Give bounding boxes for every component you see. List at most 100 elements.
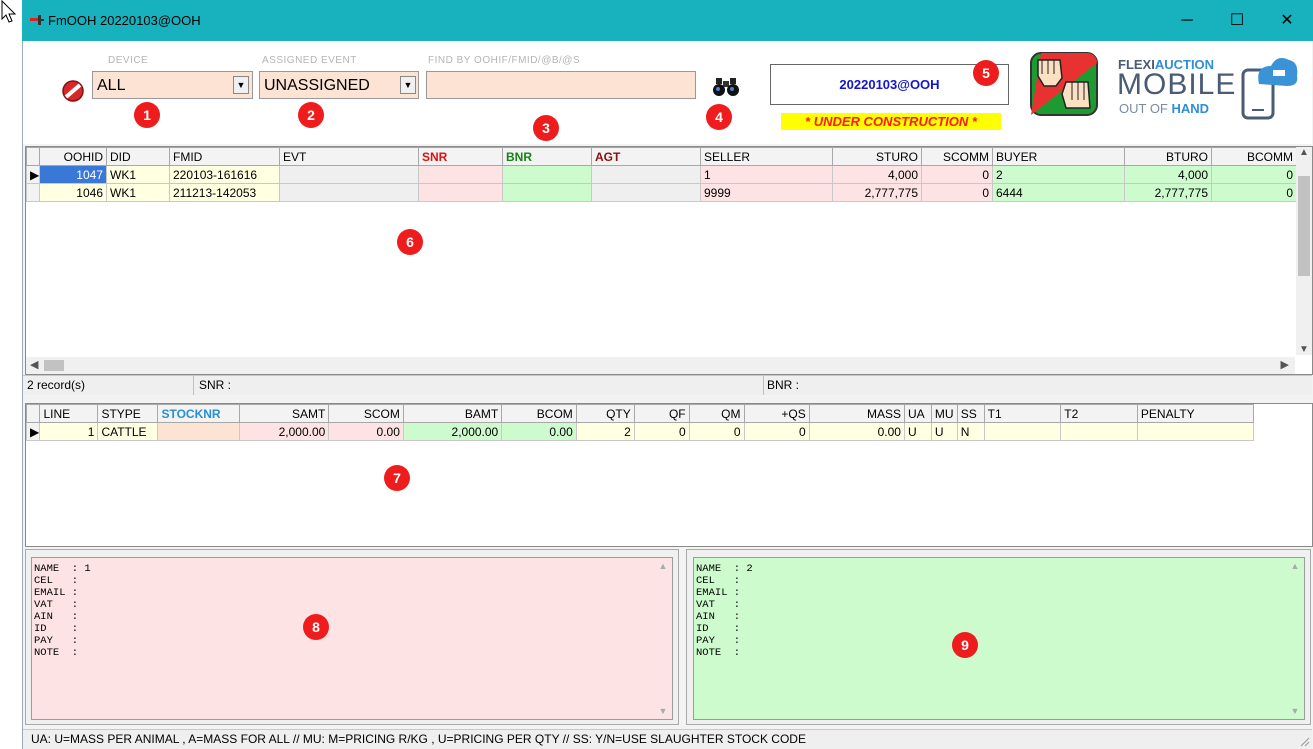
scroll-right-icon[interactable]: ▶	[1281, 358, 1289, 371]
cell-bturo[interactable]: 4,000	[1124, 165, 1212, 184]
cell-qty[interactable]: 2	[575, 422, 635, 441]
event-select[interactable]: UNASSIGNED	[259, 71, 419, 99]
table-row[interactable]: ▶ 1 CATTLE 2,000.00 0.00 2,000.00 0.00 2…	[25, 422, 1255, 441]
col-scom[interactable]: SCOM	[328, 404, 404, 423]
col-qs[interactable]: +QS	[743, 404, 810, 423]
col-fmid[interactable]: FMID	[169, 147, 280, 166]
cell-bcom[interactable]: 0.00	[501, 422, 577, 441]
cell-evt[interactable]	[279, 165, 419, 184]
cell-did[interactable]: WK1	[106, 183, 170, 202]
scroll-down-icon[interactable]: ▼	[656, 706, 670, 716]
col-qm[interactable]: QM	[688, 404, 745, 423]
cell-bcomm[interactable]: 0	[1211, 165, 1297, 184]
col-stocknr[interactable]: STOCKNR	[157, 404, 241, 423]
col-t1[interactable]: T1	[983, 404, 1062, 423]
scroll-up-icon[interactable]: ▲	[1296, 147, 1312, 158]
scroll-up-icon[interactable]: ▲	[656, 561, 670, 571]
cell-seller[interactable]: 9999	[700, 183, 833, 202]
cell-bcomm[interactable]: 0	[1211, 183, 1297, 202]
cell-did[interactable]: WK1	[106, 165, 170, 184]
cell-stype[interactable]: CATTLE	[97, 422, 159, 441]
cancel-icon[interactable]	[61, 79, 85, 103]
cell-bnr[interactable]	[502, 183, 592, 202]
cell-scomm[interactable]: 0	[921, 165, 993, 184]
cell-bamt[interactable]: 2,000.00	[402, 422, 503, 441]
cell-ua[interactable]: U	[903, 422, 932, 441]
col-seller[interactable]: SELLER	[700, 147, 833, 166]
col-did[interactable]: DID	[106, 147, 170, 166]
col-mu[interactable]: MU	[930, 404, 958, 423]
cell-samt[interactable]: 2,000.00	[239, 422, 330, 441]
device-select[interactable]: ALL	[92, 71, 253, 99]
close-button[interactable]: ✕	[1272, 8, 1302, 34]
col-bcomm[interactable]: BCOMM	[1211, 147, 1297, 166]
cell-snr[interactable]	[418, 165, 503, 184]
cell-seller[interactable]: 1	[700, 165, 833, 184]
col-sturo[interactable]: STURO	[832, 147, 922, 166]
device-dropdown-icon[interactable]: ▼	[233, 76, 249, 94]
col-stype[interactable]: STYPE	[97, 404, 159, 423]
table-row[interactable]: ▶ 1047 WK1 220103-161616 1 4,000 0 2 4,0…	[26, 165, 1297, 184]
col-mass[interactable]: MASS	[808, 404, 905, 423]
cell-scomm[interactable]: 0	[921, 183, 993, 202]
records-horizontal-scrollbar[interactable]: ◀ ▶	[26, 357, 1295, 374]
cell-sturo[interactable]: 4,000	[832, 165, 922, 184]
cell-buyer[interactable]: 2	[992, 165, 1125, 184]
col-scomm[interactable]: SCOMM	[921, 147, 993, 166]
cell-agt[interactable]	[591, 165, 701, 184]
buyer-memo-scrollbar[interactable]: ▲ ▼	[1288, 561, 1302, 716]
scroll-down-icon[interactable]: ▼	[1296, 344, 1312, 355]
cell-bturo[interactable]: 2,777,775	[1124, 183, 1212, 202]
cell-mu[interactable]: U	[930, 422, 958, 441]
col-buyer[interactable]: BUYER	[992, 147, 1125, 166]
col-samt[interactable]: SAMT	[239, 404, 330, 423]
col-bnr[interactable]: BNR	[502, 147, 592, 166]
cell-mass[interactable]: 0.00	[808, 422, 905, 441]
minimize-button[interactable]: ─	[1172, 8, 1202, 34]
col-oohid[interactable]: OOHID	[39, 147, 107, 166]
col-penalty[interactable]: PENALTY	[1136, 404, 1255, 423]
cell-stocknr[interactable]	[157, 422, 241, 441]
cell-agt[interactable]	[591, 183, 701, 202]
records-hscroll-thumb[interactable]	[44, 360, 64, 371]
cell-snr[interactable]	[418, 183, 503, 202]
scroll-down-icon[interactable]: ▼	[1288, 706, 1302, 716]
records-vertical-scrollbar[interactable]: ▲ ▼	[1296, 147, 1312, 355]
cell-scom[interactable]: 0.00	[328, 422, 404, 441]
maximize-button[interactable]: ☐	[1222, 8, 1252, 34]
col-bamt[interactable]: BAMT	[402, 404, 503, 423]
col-agt[interactable]: AGT	[591, 147, 701, 166]
cell-bnr[interactable]	[502, 165, 592, 184]
seller-info-memo[interactable]: NAME : 1 CEL : EMAIL : VAT : AIN : ID : …	[31, 557, 673, 720]
cell-qm[interactable]: 0	[688, 422, 745, 441]
cell-fmid[interactable]: 211213-142053	[169, 183, 280, 202]
cell-fmid[interactable]: 220103-161616	[169, 165, 280, 184]
col-evt[interactable]: EVT	[279, 147, 419, 166]
col-bturo[interactable]: BTURO	[1124, 147, 1212, 166]
col-line[interactable]: LINE	[39, 404, 99, 423]
col-qty[interactable]: QTY	[575, 404, 635, 423]
cell-sturo[interactable]: 2,777,775	[832, 183, 922, 202]
cell-buyer[interactable]: 6444	[992, 183, 1125, 202]
col-bcom[interactable]: BCOM	[501, 404, 577, 423]
cell-evt[interactable]	[279, 183, 419, 202]
cell-t1[interactable]	[983, 422, 1062, 441]
cell-t2[interactable]	[1060, 422, 1138, 441]
binoculars-search-icon[interactable]	[713, 77, 739, 97]
find-input[interactable]	[426, 71, 696, 99]
scroll-left-icon[interactable]: ◀	[30, 358, 38, 371]
records-scroll-thumb[interactable]	[1298, 176, 1310, 276]
resize-grip-icon[interactable]	[1298, 735, 1310, 747]
scroll-up-icon[interactable]: ▲	[1288, 561, 1302, 571]
event-dropdown-icon[interactable]: ▼	[400, 76, 416, 94]
table-row[interactable]: 1046 WK1 211213-142053 9999 2,777,775 0 …	[26, 183, 1297, 202]
cell-oohid[interactable]: 1046	[39, 183, 107, 202]
col-qf[interactable]: QF	[633, 404, 690, 423]
seller-memo-scrollbar[interactable]: ▲ ▼	[656, 561, 670, 716]
cell-qf[interactable]: 0	[633, 422, 690, 441]
col-ss[interactable]: SS	[956, 404, 985, 423]
cell-qs[interactable]: 0	[743, 422, 810, 441]
col-snr[interactable]: SNR	[418, 147, 503, 166]
buyer-info-memo[interactable]: NAME : 2 CEL : EMAIL : VAT : AIN : ID : …	[693, 557, 1305, 720]
col-ua[interactable]: UA	[903, 404, 932, 423]
